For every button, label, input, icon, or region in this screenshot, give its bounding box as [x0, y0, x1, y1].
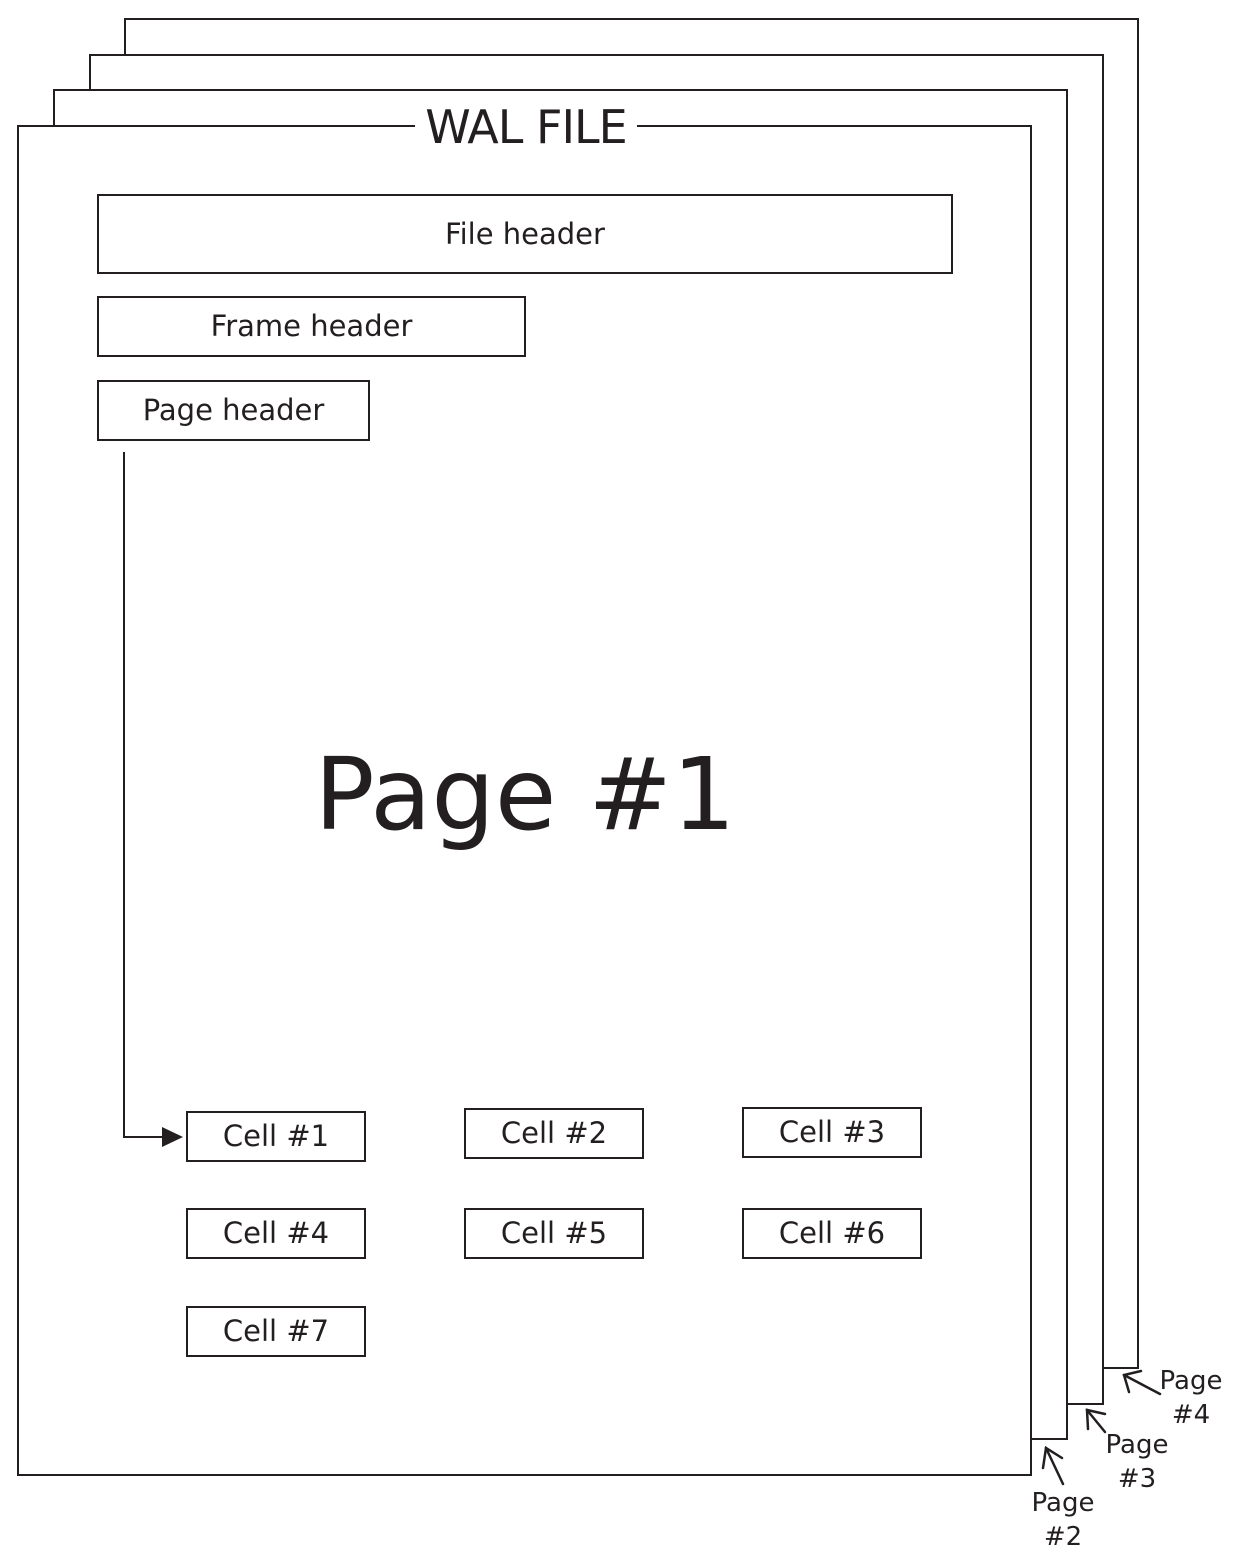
page-3-note-number: #3 [1117, 1464, 1157, 1494]
page-3-note: Page #3 [1092, 1428, 1182, 1496]
cell-6-box: Cell #6 [742, 1208, 922, 1259]
page-2-pointer-arrow [1041, 1445, 1065, 1486]
cell-1-box: Cell #1 [186, 1111, 366, 1162]
page-1-label: Page #1 [314, 736, 736, 853]
frame-header-box: Frame header [97, 296, 526, 357]
page-2-note: Page #2 [1018, 1486, 1108, 1554]
wal-file-title: WAL FILE [415, 100, 637, 154]
page-3-note-word: Page [1105, 1430, 1169, 1460]
page-2-note-number: #2 [1043, 1522, 1083, 1552]
page-4-note-word: Page [1159, 1366, 1223, 1396]
cell-5-box: Cell #5 [464, 1208, 644, 1259]
page-4-note: Page #4 [1146, 1364, 1236, 1432]
cell-3-box: Cell #3 [742, 1107, 922, 1158]
page-4-note-number: #4 [1171, 1400, 1211, 1430]
cell-4-box: Cell #4 [186, 1208, 366, 1259]
cell-7-box: Cell #7 [186, 1306, 366, 1357]
page-header-box: Page header [97, 380, 370, 441]
file-header-box: File header [97, 194, 953, 274]
cell-2-box: Cell #2 [464, 1108, 644, 1159]
